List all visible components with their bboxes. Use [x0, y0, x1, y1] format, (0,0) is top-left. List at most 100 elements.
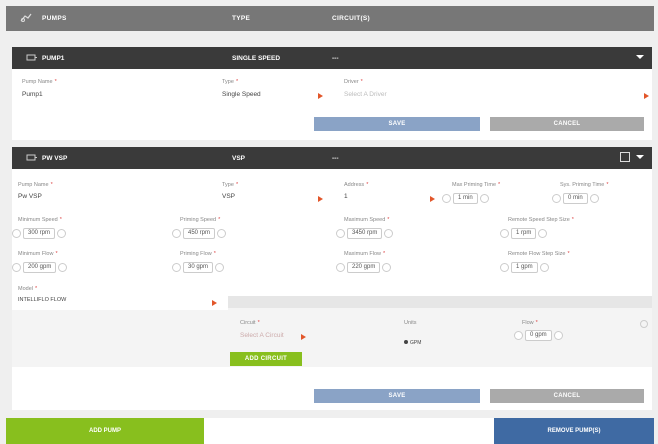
decrement-button[interactable] [500, 262, 509, 272]
decrement-button[interactable] [552, 193, 561, 203]
pump-row-pump1[interactable]: PUMP1 SINGLE SPEED --- [12, 47, 652, 69]
maximum-speed-stepper[interactable]: 3450 rpm [336, 227, 394, 239]
priming-flow-stepper[interactable]: 30 gpm [172, 261, 225, 273]
chevron-down-icon[interactable] [636, 53, 644, 61]
pump-type: VSP [232, 155, 246, 162]
maximum-flow-label: Maximum Flow [344, 251, 381, 257]
driver-label: Driver [344, 79, 359, 85]
pump-row-pw-vsp[interactable]: PW VSP VSP --- [12, 147, 652, 169]
pump1-editor: Pump Name * Pump1 Type * Single Speed Driv… [12, 69, 652, 140]
decrement-button[interactable] [12, 228, 21, 238]
max-priming-time-label: Max Priming Time [452, 182, 497, 188]
increment-button[interactable] [215, 262, 225, 272]
circuit-select[interactable]: Select A Circuit [240, 332, 284, 339]
increment-button[interactable] [217, 228, 227, 238]
save-button[interactable]: SAVE [314, 117, 480, 131]
max-priming-time-stepper[interactable]: 1 min [442, 192, 489, 204]
remove-circuit-icon[interactable] [640, 320, 648, 328]
priming-speed-label: Priming Speed [180, 217, 217, 223]
circuits-subheader [228, 296, 652, 308]
column-type: TYPE [232, 15, 251, 22]
decrement-button[interactable] [500, 228, 509, 238]
flow-stepper[interactable]: 0 gpm [514, 329, 563, 341]
flow-label: Flow [522, 320, 534, 326]
pump-name: PW VSP [42, 155, 68, 162]
minimum-speed-stepper[interactable]: 300 rpm [12, 227, 67, 239]
circuits-section: Circuit * Select A Circuit Units GPM Flow… [228, 308, 652, 367]
caret-right-icon[interactable] [644, 93, 649, 99]
sys-priming-time-stepper[interactable]: 0 min [552, 192, 599, 204]
increment-button[interactable] [553, 330, 563, 340]
column-pumps: PUMPS [42, 15, 67, 22]
increment-button[interactable] [479, 193, 489, 203]
pump-icon [26, 153, 37, 162]
select-checkbox[interactable] [620, 152, 630, 162]
cancel-button[interactable]: CANCEL [490, 117, 644, 131]
remote-flow-step-size-stepper[interactable]: 1 gpm [500, 261, 549, 273]
remote-flow-step-size-label: Remote Flow Step Size [508, 251, 566, 257]
maximum-flow-stepper[interactable]: 220 gpm [336, 261, 392, 273]
units-radio[interactable]: GPM [404, 340, 421, 346]
decrement-button[interactable] [336, 262, 345, 272]
sys-priming-time-label: Sys. Priming Time [560, 182, 605, 188]
caret-right-icon[interactable] [318, 93, 323, 99]
circuit-label: Circuit [240, 320, 256, 326]
sub-area-spacer [12, 310, 228, 367]
footer-bar: ADD PUMP REMOVE PUMP(S) [6, 418, 654, 444]
increment-button[interactable] [58, 262, 68, 272]
chevron-down-icon[interactable] [636, 153, 644, 161]
decrement-button[interactable] [172, 228, 181, 238]
decrement-button[interactable] [336, 228, 345, 238]
pump-name-label: Pump Name [22, 79, 53, 85]
decrement-button[interactable] [442, 193, 451, 203]
caret-right-icon[interactable] [301, 334, 306, 340]
pw-vsp-editor: Pump Name * Pw VSP Type * VSP Address * 1 M… [12, 169, 652, 410]
type-label: Type [222, 182, 234, 188]
increment-button[interactable] [539, 262, 549, 272]
address-select[interactable]: 1 [344, 193, 348, 200]
caret-right-icon[interactable] [318, 196, 323, 202]
cancel-button[interactable]: CANCEL [490, 389, 644, 403]
pump-circuits: --- [332, 55, 339, 62]
priming-speed-stepper[interactable]: 450 rpm [172, 227, 227, 239]
increment-button[interactable] [57, 228, 67, 238]
pump-icon [26, 53, 37, 62]
units-label: Units [404, 320, 417, 326]
model-label: Model [18, 286, 33, 292]
model-select[interactable]: INTELLIFLO FLOW [18, 297, 66, 303]
caret-right-icon[interactable] [212, 300, 217, 306]
pump-circuits: --- [332, 155, 339, 162]
driver-select[interactable]: Select A Driver [344, 91, 387, 98]
decrement-button[interactable] [12, 262, 21, 272]
type-label: Type [222, 79, 234, 85]
increment-button[interactable] [589, 193, 599, 203]
decrement-button[interactable] [172, 262, 181, 272]
pumps-table-header: PUMPS TYPE CIRCUIT(S) [6, 6, 654, 31]
pump-name: PUMP1 [42, 55, 65, 62]
caret-right-icon[interactable] [430, 196, 435, 202]
type-select[interactable]: Single Speed [222, 91, 261, 98]
decrement-button[interactable] [514, 330, 523, 340]
remote-speed-step-size-stepper[interactable]: 1 rpm [500, 227, 548, 239]
add-pump-button[interactable]: ADD PUMP [6, 418, 204, 444]
remove-pumps-button[interactable]: REMOVE PUMP(S) [494, 418, 654, 444]
add-circuit-button[interactable]: ADD CIRCUIT [230, 352, 302, 366]
minimum-speed-label: Minimum Speed [18, 217, 58, 223]
priming-flow-label: Priming Flow [180, 251, 212, 257]
address-label: Address [344, 182, 365, 188]
pump-name-label: Pump Name [18, 182, 49, 188]
pump-name-field[interactable]: Pump1 [22, 91, 43, 98]
increment-button[interactable] [538, 228, 548, 238]
pump-name-field[interactable]: Pw VSP [18, 193, 42, 200]
pump-icon [20, 13, 32, 23]
increment-button[interactable] [382, 262, 392, 272]
column-circuits: CIRCUIT(S) [332, 15, 371, 22]
type-select[interactable]: VSP [222, 193, 235, 200]
maximum-speed-label: Maximum Speed [344, 217, 386, 223]
save-button[interactable]: SAVE [314, 389, 480, 403]
remote-speed-step-size-label: Remote Speed Step Size [508, 217, 570, 223]
pump-type: SINGLE SPEED [232, 55, 281, 62]
minimum-flow-label: Minimum Flow [18, 251, 54, 257]
increment-button[interactable] [384, 228, 394, 238]
minimum-flow-stepper[interactable]: 200 gpm [12, 261, 68, 273]
